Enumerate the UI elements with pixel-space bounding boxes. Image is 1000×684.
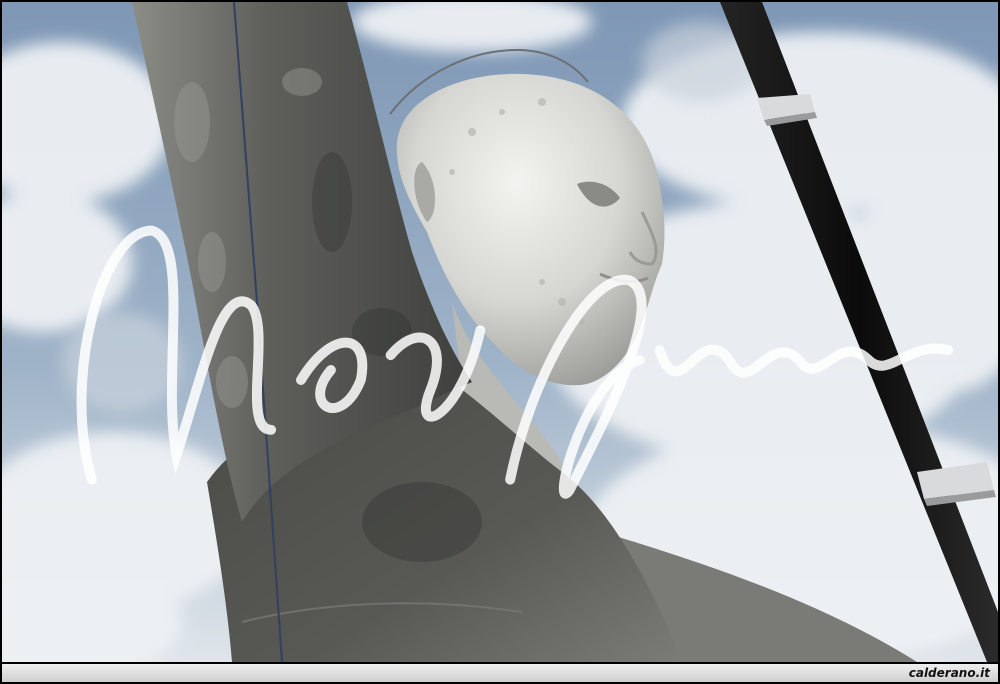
credit-text: calderano.it (908, 666, 990, 680)
bottom-bar: calderano.it (2, 664, 998, 682)
statue-scene (2, 2, 998, 662)
statue-photo (2, 2, 998, 662)
image-frame: calderano.it (0, 0, 1000, 684)
